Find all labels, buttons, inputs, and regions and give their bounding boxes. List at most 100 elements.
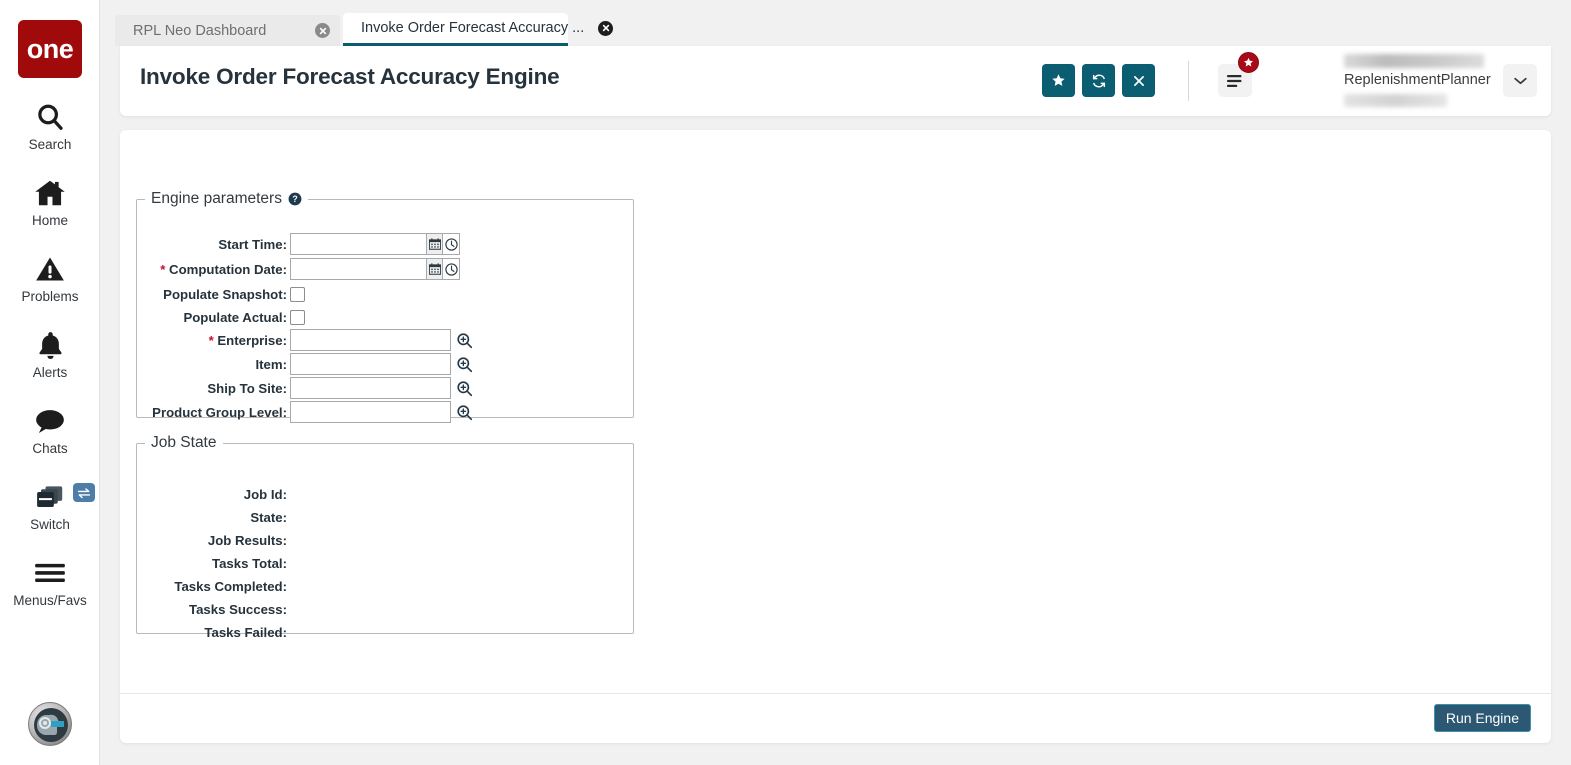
sidebar-item-menus-favs[interactable]: Menus/Favs [0,556,100,608]
required-marker: * [208,332,218,348]
sidebar-item-home[interactable]: Home [0,176,100,228]
sidebar-item-label: Home [31,213,68,228]
calendar-icon[interactable] [426,233,443,255]
field-control [290,309,305,325]
footer-bar: Run Engine [120,693,1551,743]
engine-parameters-fieldset: Engine parameters ? Start Time: * Computa… [136,190,634,423]
calendar-icon[interactable] [426,258,443,280]
job-state-row: Job Results: [137,528,633,552]
sidebar-item-search[interactable]: Search [0,100,100,152]
field-label: Ship To Site: [207,380,287,396]
star-icon [1244,57,1253,67]
magnifier-plus-icon[interactable] [454,330,474,350]
redacted-user-name [1344,94,1447,107]
form-area: Engine parameters ? Start Time: * Computa… [120,130,1551,693]
magnifier-plus-icon[interactable] [454,354,474,374]
field-control [290,286,305,302]
tab-strip: RPL Neo Dashboard Invoke Order Forecast A… [100,0,1571,46]
job-state-label: State: [250,509,287,525]
bell-icon [0,328,100,362]
sidebar-item-problems[interactable]: Problems [0,252,100,304]
lookup-input[interactable] [290,353,451,375]
checkbox[interactable] [290,309,305,325]
user-role-label: ReplenishmentPlanner [1344,72,1491,88]
field-control [290,258,460,280]
content-panel: Engine parameters ? Start Time: * Computa… [120,130,1551,743]
menu-favorites-badge[interactable] [1238,52,1259,73]
date-input[interactable] [290,258,426,280]
switch-icon [0,480,100,514]
swap-arrows-icon[interactable] [73,483,95,502]
browser-tab[interactable]: RPL Neo Dashboard [115,15,340,46]
form-row: Populate Actual: [137,305,633,329]
job-state-label: Tasks Success: [189,601,287,617]
tab-title: RPL Neo Dashboard [133,22,267,39]
field-label: Product Group Level: [152,404,287,420]
lookup-input[interactable] [290,377,451,399]
user-menu-button[interactable] [1503,64,1537,97]
tab-close-icon[interactable] [315,23,330,38]
job-state-row: Tasks Success: [137,597,633,621]
hamburger-icon [1226,74,1241,87]
form-row: Item: [137,352,633,376]
form-row: Product Group Level: [137,400,633,424]
avatar-head-icon [34,708,68,742]
favorite-button[interactable] [1042,64,1075,97]
engine-parameters-legend-text: Engine parameters [151,190,282,207]
magnifier-plus-icon[interactable] [454,402,474,422]
svg-text:?: ? [292,194,297,204]
avatar[interactable] [28,702,72,746]
job-state-row: Tasks Total: [137,551,633,575]
lookup-input[interactable] [290,401,451,423]
field-label: Item: [255,356,287,372]
refresh-icon [1092,74,1105,87]
tab-close-icon[interactable] [598,20,614,36]
close-button[interactable] [1122,64,1155,97]
required-marker: * [160,261,170,277]
job-state-label: Job Id: [243,486,287,502]
refresh-button[interactable] [1082,64,1115,97]
one-network-logo[interactable]: one [18,20,82,78]
search-icon [0,100,100,134]
magnifier-plus-icon[interactable] [454,378,474,398]
job-state-label: Tasks Completed: [174,578,287,594]
user-info[interactable]: ReplenishmentPlanner [1332,50,1492,112]
engine-parameters-legend: Engine parameters ? [145,190,308,208]
sidebar-item-label: Menus/Favs [13,593,87,608]
form-row: * Enterprise: [137,328,633,352]
date-input[interactable] [290,233,426,255]
form-row: Start Time: [137,232,633,256]
field-label: * Enterprise: [208,332,287,348]
job-state-legend: Job State [145,434,223,452]
hamburger-icon [0,556,100,590]
job-state-legend-text: Job State [151,434,217,451]
field-label: Populate Actual: [183,309,287,325]
sidebar-item-label: Search [28,137,72,152]
field-label: * Computation Date: [160,261,287,277]
page-title: Invoke Order Forecast Accuracy Engine [140,64,560,89]
job-state-row: Tasks Completed: [137,574,633,598]
clock-icon[interactable] [443,233,460,255]
tab-title: Invoke Order Forecast Accuracy ... [361,20,585,36]
help-circle-icon[interactable]: ? [288,192,302,206]
chat-icon [0,404,100,438]
checkbox[interactable] [290,286,305,302]
sidebar-item-label: Problems [21,289,79,304]
sidebar-item-alerts[interactable]: Alerts [0,328,100,380]
field-control [290,401,474,423]
clock-icon[interactable] [443,258,460,280]
job-state-label: Job Results: [207,532,287,548]
sidebar-item-chats[interactable]: Chats [0,404,100,456]
redacted-company-name [1344,54,1484,68]
form-row: * Computation Date: [137,257,633,281]
field-control [290,377,474,399]
run-engine-button[interactable]: Run Engine [1433,704,1531,732]
home-icon [0,176,100,210]
warning-icon [0,252,100,286]
lookup-input[interactable] [290,329,451,351]
x-icon [1133,75,1144,86]
browser-tab[interactable]: Invoke Order Forecast Accuracy ... [343,13,614,46]
sidebar-item-switch[interactable]: Switch [0,480,100,532]
job-state-label: Tasks Failed: [204,624,287,640]
job-state-row: Tasks Failed: [137,620,633,644]
